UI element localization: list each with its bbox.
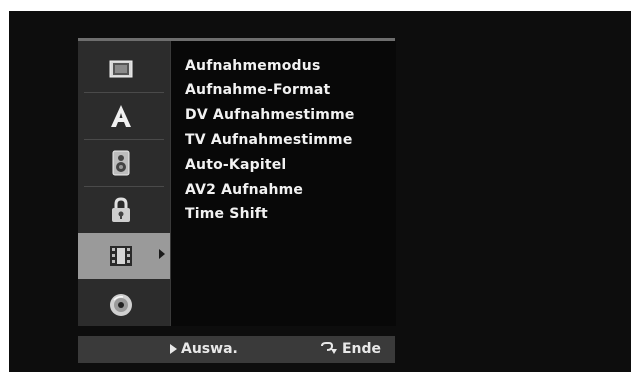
sidebar-item-audio[interactable] <box>78 141 170 184</box>
menu-item-dv-aufnahmestimme[interactable]: DV Aufnahmestimme <box>185 107 355 123</box>
sidebar-separator <box>84 139 164 140</box>
select-hint-label: Auswa. <box>181 341 238 357</box>
play-arrow-icon <box>170 344 177 354</box>
sidebar-item-recording[interactable] <box>78 233 170 279</box>
end-hint: Ende <box>319 341 381 357</box>
recording-options-list: Aufnahmemodus Aufnahme-Format DV Aufnahm… <box>170 41 396 326</box>
menu-item-tv-aufnahmestimme[interactable]: TV Aufnahmestimme <box>185 132 353 148</box>
disc-icon <box>107 291 135 319</box>
film-reel-icon <box>107 242 135 270</box>
sidebar-item-lock[interactable] <box>78 188 170 231</box>
sidebar-item-display[interactable] <box>78 47 170 90</box>
sidebar-item-disc[interactable] <box>78 283 170 326</box>
menu-item-time-shift[interactable]: Time Shift <box>185 206 268 222</box>
menu-item-aufnahme-format[interactable]: Aufnahme-Format <box>185 82 330 98</box>
speaker-icon <box>107 149 135 177</box>
end-hint-label: Ende <box>341 341 381 357</box>
setup-menu-panel: Aufnahmemodus Aufnahme-Format DV Aufnahm… <box>78 38 396 363</box>
menu-item-aufnahmemodus[interactable]: Aufnahmemodus <box>185 58 320 74</box>
menu-item-av2-aufnahme[interactable]: AV2 Aufnahme <box>185 182 303 198</box>
menu-item-auto-kapitel[interactable]: Auto-Kapitel <box>185 157 286 173</box>
sidebar-item-language[interactable] <box>78 94 170 137</box>
tv-screen: Aufnahmemodus Aufnahme-Format DV Aufnahm… <box>9 11 631 372</box>
film-frame-icon <box>107 55 135 83</box>
letter-a-icon <box>107 102 135 130</box>
lock-icon <box>107 196 135 224</box>
selected-arrow-icon <box>159 249 165 259</box>
menu-footer: Auswa. Ende <box>78 336 395 363</box>
select-hint: Auswa. <box>170 341 238 357</box>
category-sidebar <box>78 41 170 326</box>
return-icon <box>320 342 337 354</box>
sidebar-separator <box>84 186 164 187</box>
sidebar-separator <box>84 92 164 93</box>
